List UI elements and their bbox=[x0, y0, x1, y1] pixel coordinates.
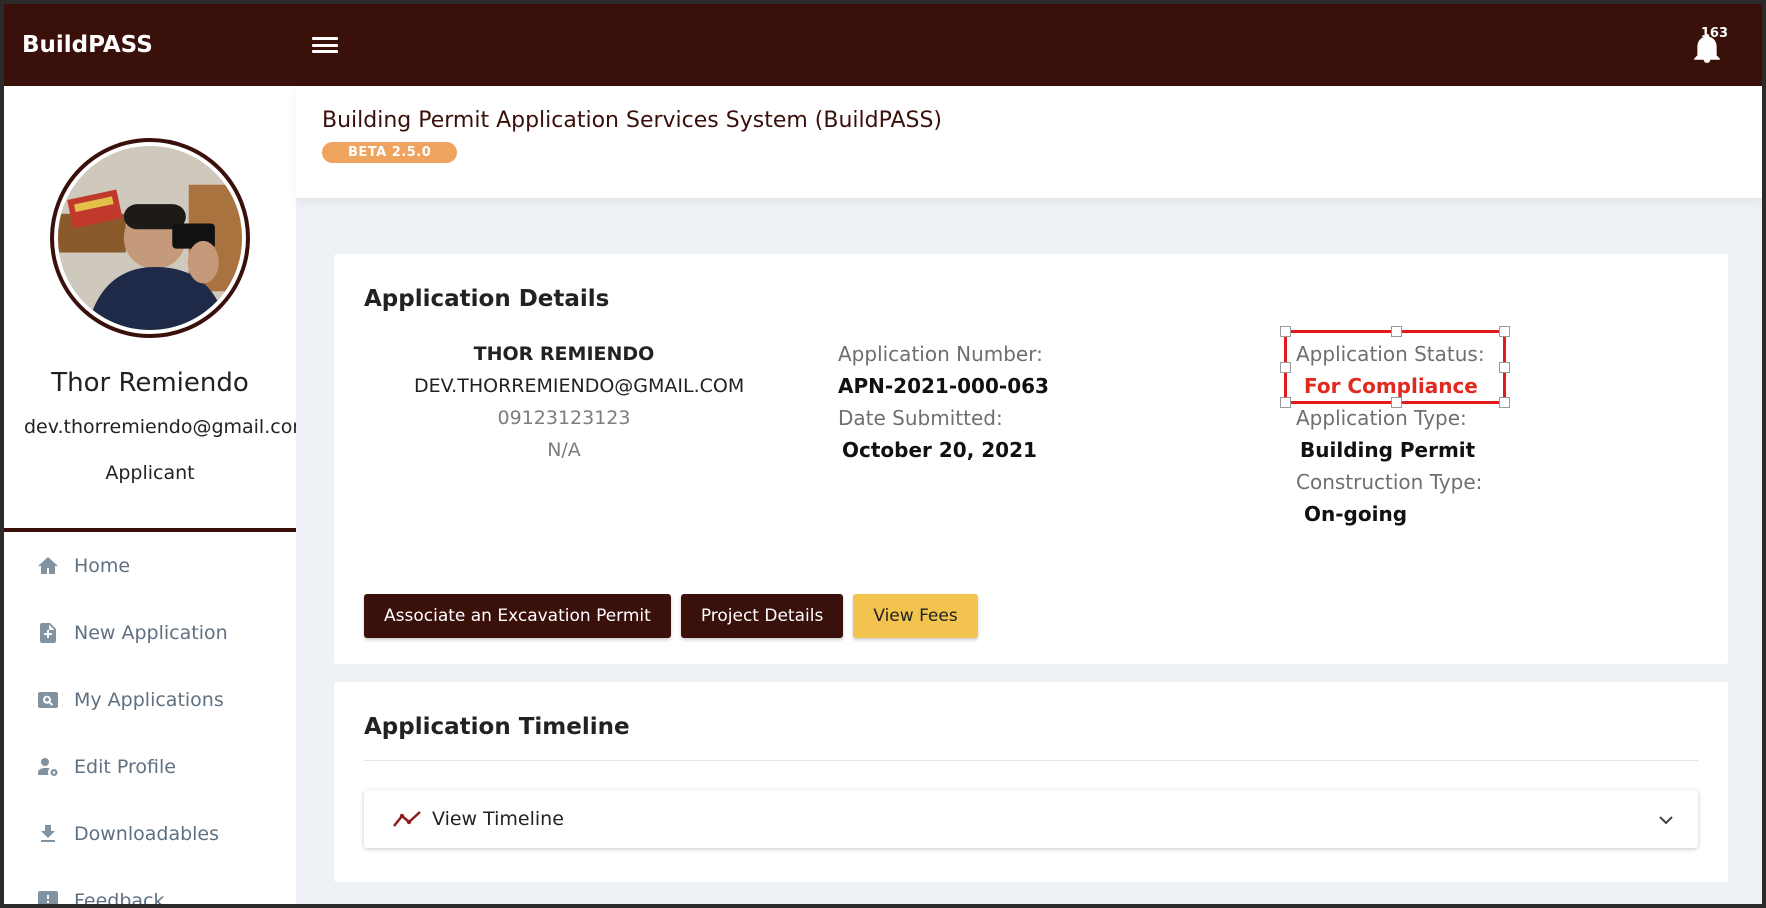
project-details-button[interactable]: Project Details bbox=[680, 594, 844, 638]
home-icon bbox=[38, 556, 58, 574]
sidebar-item-label: Home bbox=[74, 554, 131, 577]
sidebar-item-label: Feedback bbox=[74, 889, 165, 905]
user-role: Applicant bbox=[105, 462, 195, 484]
menu-toggle-icon[interactable] bbox=[312, 35, 338, 55]
sidebar-item-feedback[interactable]: Feedback bbox=[4, 867, 296, 904]
resize-handle[interactable] bbox=[1391, 326, 1402, 337]
applicant-phone: 09123123123 bbox=[497, 407, 631, 429]
sidebar-item-label: New Application bbox=[74, 621, 228, 644]
application-number-label: Application Number: bbox=[838, 342, 1043, 366]
application-timeline-card: Application Timeline View Timeline bbox=[334, 682, 1728, 882]
page-header: Building Permit Application Services Sys… bbox=[296, 86, 1762, 198]
resize-handle[interactable] bbox=[1280, 362, 1291, 373]
chevron-down-icon[interactable] bbox=[1656, 810, 1676, 830]
sidebar: Thor Remiendo dev.thorremiendo@gmail.com… bbox=[4, 86, 296, 904]
page-title: Building Permit Application Services Sys… bbox=[322, 108, 943, 133]
applicant-email: DEV.THORREMIENDO@GMAIL.COM bbox=[414, 375, 745, 397]
sidebar-item-label: Downloadables bbox=[74, 822, 220, 845]
brand-logo[interactable]: BuildPASS bbox=[4, 32, 300, 58]
top-navbar: BuildPASS 163 bbox=[4, 4, 1762, 86]
construction-type-label: Construction Type: bbox=[1296, 470, 1483, 494]
download-icon bbox=[41, 824, 55, 842]
resize-handle[interactable] bbox=[1391, 397, 1402, 408]
sidebar-item-label: My Applications bbox=[74, 688, 224, 711]
construction-type-value: On-going bbox=[1304, 502, 1408, 526]
search-file-icon bbox=[38, 691, 58, 708]
application-number-value: APN-2021-000-063 bbox=[838, 374, 1049, 398]
sidebar-item-edit-profile[interactable]: Edit Profile bbox=[4, 733, 296, 800]
applicant-name: THOR REMIENDO bbox=[473, 343, 655, 365]
application-details-card: Application Details THOR REMIENDO DEV.TH… bbox=[334, 254, 1728, 664]
action-buttons: Associate an Excavation Permit Project D… bbox=[364, 594, 978, 638]
view-timeline-toggle[interactable]: View Timeline bbox=[364, 790, 1698, 848]
associate-excavation-permit-button[interactable]: Associate an Excavation Permit bbox=[364, 594, 671, 638]
sidebar-item-downloadables[interactable]: Downloadables bbox=[4, 800, 296, 867]
avatar bbox=[50, 138, 250, 338]
divider bbox=[364, 760, 1698, 761]
view-fees-button[interactable]: View Fees bbox=[853, 594, 978, 638]
user-gear-icon bbox=[38, 757, 58, 776]
application-type-value: Building Permit bbox=[1300, 438, 1476, 462]
status-selection-box bbox=[1280, 326, 1510, 408]
user-email: dev.thorremiendo@gmail.com bbox=[24, 416, 296, 438]
date-submitted-label: Date Submitted: bbox=[838, 406, 1003, 430]
sidebar-item-new-application[interactable]: New Application bbox=[4, 599, 296, 666]
app-window: BuildPASS 163 Thor Remiendo dev.thorremi… bbox=[4, 4, 1762, 904]
card-title: Application Timeline bbox=[364, 714, 630, 740]
sidebar-item-my-applications[interactable]: My Applications bbox=[4, 666, 296, 733]
avatar-photo bbox=[58, 146, 242, 330]
timeline-chart-icon bbox=[393, 811, 421, 827]
notification-count-badge: 163 bbox=[1700, 26, 1728, 41]
sidebar-item-home[interactable]: Home bbox=[4, 532, 296, 599]
version-badge: BETA 2.5.0 bbox=[322, 142, 458, 163]
date-submitted-value: October 20, 2021 bbox=[842, 438, 1037, 462]
applicant-info: THOR REMIENDO DEV.THORREMIENDO@GMAIL.COM… bbox=[414, 338, 745, 466]
feedback-icon bbox=[38, 890, 58, 904]
resize-handle[interactable] bbox=[1280, 397, 1291, 408]
resize-handle[interactable] bbox=[1499, 326, 1510, 337]
view-timeline-label: View Timeline bbox=[432, 808, 564, 830]
resize-handle[interactable] bbox=[1499, 397, 1510, 408]
sidebar-item-label: Edit Profile bbox=[74, 755, 176, 778]
card-title: Application Details bbox=[364, 286, 610, 312]
sidebar-nav: Home New Application My Applications Edi… bbox=[4, 532, 296, 904]
application-info: Application Number: APN-2021-000-063 Dat… bbox=[838, 338, 1049, 466]
applicant-other: N/A bbox=[547, 439, 581, 461]
resize-handle[interactable] bbox=[1499, 362, 1510, 373]
user-name: Thor Remiendo bbox=[51, 368, 249, 398]
new-file-icon bbox=[40, 622, 56, 643]
resize-handle[interactable] bbox=[1280, 326, 1291, 337]
